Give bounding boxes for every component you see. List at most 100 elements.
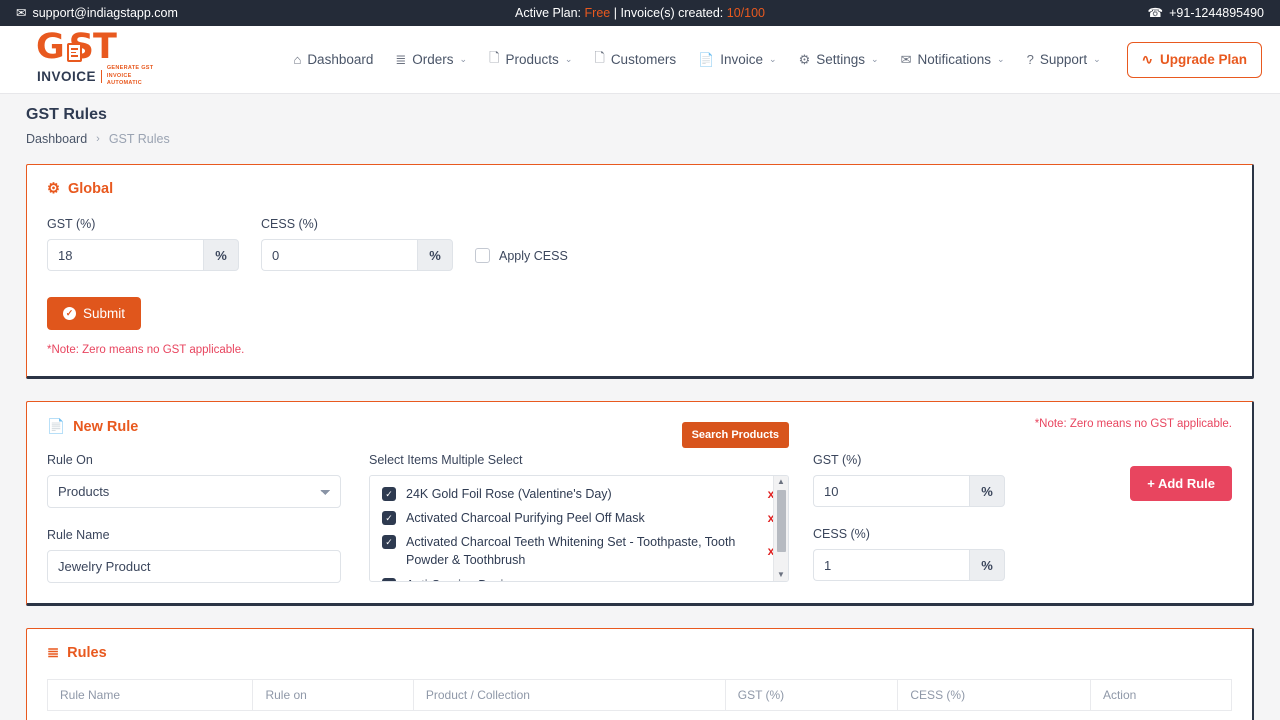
nav-item-notifications[interactable]: ✉ Notifications ⌄ xyxy=(901,52,1005,68)
chevron-right-icon: › xyxy=(96,133,100,145)
nav-label: Products xyxy=(506,52,559,67)
nav-label: Notifications xyxy=(917,52,991,67)
new-rule-card-header: 📄 New Rule *Note: Zero means no GST appl… xyxy=(27,402,1252,435)
select-items-column: Select Items Multiple Select Search Prod… xyxy=(369,453,789,583)
document-icon xyxy=(67,43,82,62)
scroll-up-icon[interactable]: ▲ xyxy=(777,478,785,486)
nav-item-products[interactable]: 🗋 Products ⌄ xyxy=(489,49,572,71)
logo-subtitle: INVOICE GENERATE GST INVOICE AUTOMATIC xyxy=(36,65,158,87)
list-item[interactable]: ✓ Activated Charcoal Teeth Whitening Set… xyxy=(370,530,788,572)
logo-divider xyxy=(101,70,102,83)
main-navbar: G ST INVOICE GENERATE GST INVOICE AUTOMA… xyxy=(0,26,1280,94)
items-scrollbar[interactable]: ▲ ▼ xyxy=(773,476,788,581)
chevron-down-icon: ⌄ xyxy=(460,54,468,65)
nav-label: Invoice xyxy=(720,52,763,67)
global-card-title: ⚙ Global xyxy=(27,165,1252,197)
rules-card-title: ≣ Rules xyxy=(27,629,1252,661)
nav-item-support[interactable]: ? Support ⌄ xyxy=(1027,52,1101,67)
new-rule-gst-input[interactable] xyxy=(813,475,969,507)
logo-tagline-line1: GENERATE GST xyxy=(107,65,154,71)
rules-card-body: Rule Name Rule on Product / Collection G… xyxy=(27,679,1252,720)
item-checkbox[interactable]: ✓ xyxy=(382,578,396,582)
item-label: Activated Charcoal Purifying Peel Off Ma… xyxy=(406,509,754,527)
column-header-cess: CESS (%) xyxy=(898,680,1091,711)
top-utility-bar: ✉ support@indiagstapp.com Active Plan: F… xyxy=(0,0,1280,26)
item-label: 24K Gold Foil Rose (Valentine's Day) xyxy=(406,485,754,503)
new-rule-gst-label: GST (%) xyxy=(813,453,1003,467)
breadcrumb-dashboard[interactable]: Dashboard xyxy=(26,132,87,146)
upgrade-plan-label: Upgrade Plan xyxy=(1160,52,1247,67)
list-item[interactable]: ✓ Anti-Snoring Device x xyxy=(370,573,788,582)
rules-table-head: Rule Name Rule on Product / Collection G… xyxy=(48,680,1232,711)
global-cess-input[interactable] xyxy=(261,239,417,271)
file-icon: 📄 xyxy=(47,418,65,435)
invoice-count-value: 10/100 xyxy=(727,6,765,20)
apply-cess-checkbox[interactable] xyxy=(475,248,490,263)
nav-item-customers[interactable]: 🗋 Customers xyxy=(594,49,676,71)
app-logo[interactable]: G ST INVOICE GENERATE GST INVOICE AUTOMA… xyxy=(18,31,158,88)
list-item[interactable]: ✓ 24K Gold Foil Rose (Valentine's Day) x xyxy=(370,482,788,506)
item-label: Activated Charcoal Teeth Whitening Set -… xyxy=(406,533,754,569)
rule-name-input[interactable] xyxy=(47,550,341,583)
chevron-down-icon: ⌄ xyxy=(997,54,1005,65)
chevron-down-icon: ⌄ xyxy=(769,54,777,65)
chevron-down-icon: ⌄ xyxy=(871,54,879,65)
global-cess-field: CESS (%) % xyxy=(261,217,453,271)
new-rule-card-title-label: New Rule xyxy=(73,419,138,435)
clipboard-icon: 🗋 xyxy=(594,49,604,71)
envelope-icon: ✉ xyxy=(16,7,26,20)
clipboard-icon: 🗋 xyxy=(489,49,499,71)
check-circle-icon: ✓ xyxy=(63,307,76,320)
support-email[interactable]: ✉ support@indiagstapp.com xyxy=(16,6,178,20)
logo-wordmark: G ST xyxy=(36,31,158,64)
global-gst-input[interactable] xyxy=(47,239,203,271)
logo-invoice-text: INVOICE xyxy=(37,69,96,84)
envelope-icon: ✉ xyxy=(901,52,912,68)
chevron-down-icon: ⌄ xyxy=(1093,54,1101,65)
global-card: ⚙ Global GST (%) % CESS (%) % xyxy=(26,164,1254,379)
item-label: Anti-Snoring Device xyxy=(406,576,754,582)
page-title: GST Rules xyxy=(26,106,1254,124)
nav-item-settings[interactable]: ⚙ Settings ⌄ xyxy=(799,52,879,68)
new-rule-gst-input-group: % xyxy=(813,475,1005,507)
chevron-down-icon: ⌄ xyxy=(565,54,573,65)
gear-icon: ⚙ xyxy=(47,181,60,197)
add-rule-button[interactable]: + Add Rule xyxy=(1130,466,1232,501)
column-header-product-collection: Product / Collection xyxy=(413,680,725,711)
new-rule-card-title: 📄 New Rule xyxy=(47,418,138,435)
rules-card-title-label: Rules xyxy=(67,645,107,661)
scroll-down-icon[interactable]: ▼ xyxy=(777,571,785,579)
column-header-rule-on: Rule on xyxy=(253,680,413,711)
nav-label: Support xyxy=(1040,52,1087,67)
upgrade-plan-button[interactable]: ∿ Upgrade Plan xyxy=(1127,42,1262,78)
rule-on-select[interactable]: Products xyxy=(47,475,341,508)
search-products-button[interactable]: Search Products xyxy=(682,422,789,448)
nav-label: Dashboard xyxy=(307,52,373,67)
plan-separator: | xyxy=(614,6,617,20)
new-rule-rates-column: GST (%) % CESS (%) % xyxy=(813,453,1003,583)
new-rule-note: *Note: Zero means no GST applicable. xyxy=(1035,418,1232,430)
item-checkbox[interactable]: ✓ xyxy=(382,487,396,501)
phone-icon: ☎ xyxy=(1148,7,1164,20)
breadcrumb-current: GST Rules xyxy=(109,132,170,146)
gear-icon: ⚙ xyxy=(799,52,811,68)
item-checkbox[interactable]: ✓ xyxy=(382,511,396,525)
percent-addon-icon: % xyxy=(969,549,1005,581)
list-item[interactable]: ✓ Activated Charcoal Purifying Peel Off … xyxy=(370,506,788,530)
new-rule-cess-label: CESS (%) xyxy=(813,527,1003,541)
nav-item-orders[interactable]: ≣ Orders ⌄ xyxy=(395,52,467,68)
add-rule-column: + Add Rule xyxy=(1003,453,1232,583)
item-checkbox[interactable]: ✓ xyxy=(382,535,396,549)
global-submit-button[interactable]: ✓ Submit xyxy=(47,297,141,330)
new-rule-cess-input-group: % xyxy=(813,549,1005,581)
breadcrumb: Dashboard › GST Rules xyxy=(26,132,1254,146)
list-icon: ≣ xyxy=(47,645,59,661)
support-phone[interactable]: ☎ +91-1244895490 xyxy=(1148,6,1264,20)
global-cess-label: CESS (%) xyxy=(261,217,453,231)
scrollbar-thumb[interactable] xyxy=(777,490,786,552)
nav-item-dashboard[interactable]: ⌂ Dashboard xyxy=(293,52,373,67)
new-rule-cess-input[interactable] xyxy=(813,549,969,581)
nav-item-invoice[interactable]: 📄 Invoice ⌄ xyxy=(698,52,777,68)
select-items-label: Select Items Multiple Select xyxy=(369,453,789,467)
nav-menu: ⌂ Dashboard ≣ Orders ⌄ 🗋 Products ⌄ 🗋 Cu… xyxy=(293,42,1262,78)
